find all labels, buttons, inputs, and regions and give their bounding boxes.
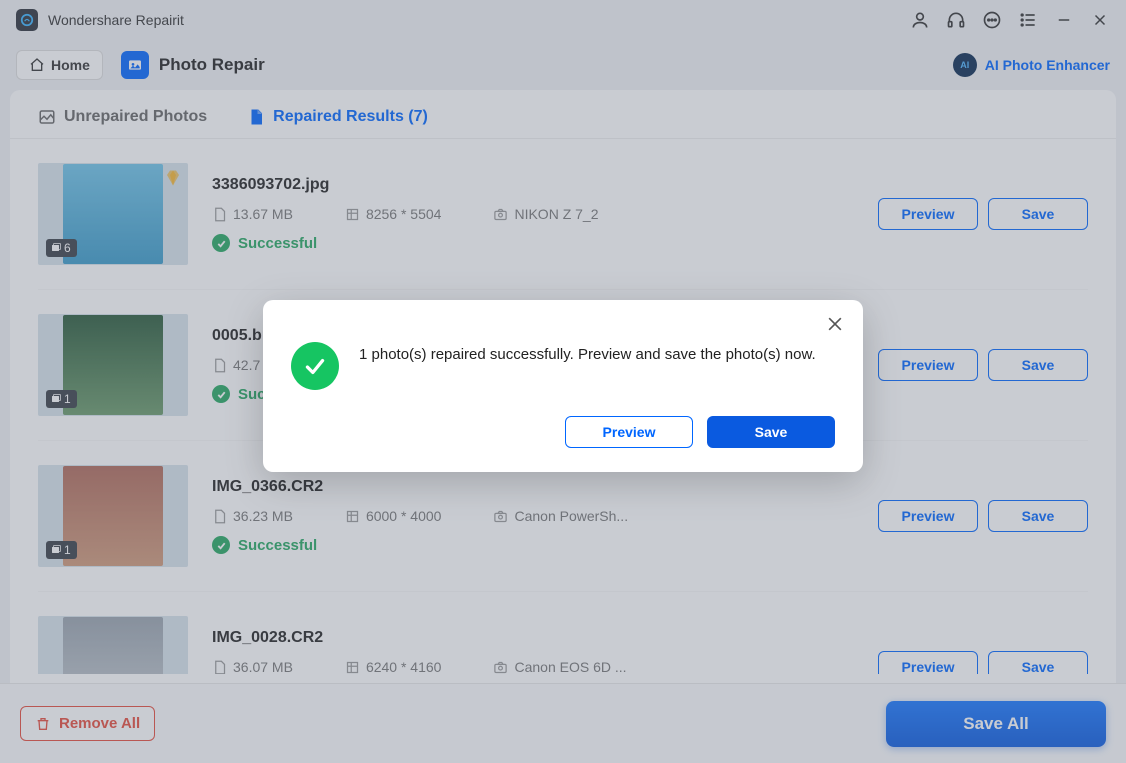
modal-preview-button[interactable]: Preview xyxy=(565,416,693,448)
success-modal: 1 photo(s) repaired successfully. Previe… xyxy=(263,300,863,472)
modal-close-button[interactable] xyxy=(825,314,845,334)
success-check-icon xyxy=(291,342,339,390)
modal-message: 1 photo(s) repaired successfully. Previe… xyxy=(359,342,816,367)
modal-save-button[interactable]: Save xyxy=(707,416,835,448)
